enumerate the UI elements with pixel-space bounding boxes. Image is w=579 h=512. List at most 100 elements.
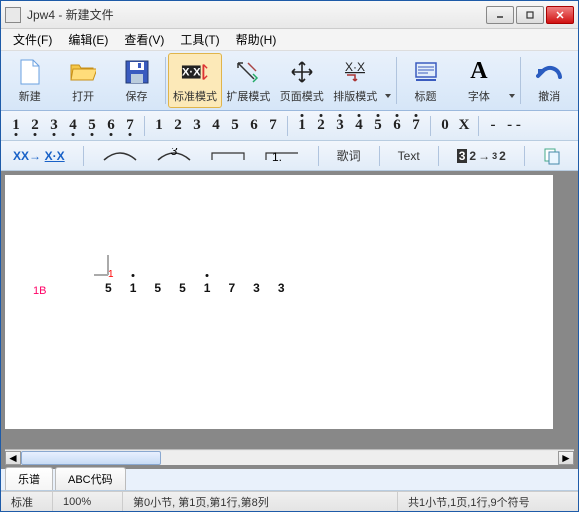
menu-help[interactable]: 帮助(H): [230, 29, 283, 50]
note-5-high[interactable]: 5: [369, 115, 387, 137]
menubar: 文件(F) 编辑(E) 查看(V) 工具(T) 帮助(H): [1, 29, 578, 51]
note[interactable]: 7: [228, 281, 235, 295]
close-button[interactable]: [546, 6, 574, 24]
separator: [520, 57, 521, 104]
scroll-left-button[interactable]: ◄: [5, 451, 21, 465]
extend-mode-icon: [234, 58, 262, 86]
note-7-low[interactable]: 7: [121, 115, 139, 137]
score-page: 1B 1 51551733: [5, 175, 553, 429]
scroll-right-button[interactable]: ►: [558, 451, 574, 465]
svg-text:X·X: X·X: [345, 61, 365, 74]
note-3-high[interactable]: 3: [331, 115, 349, 137]
menu-edit[interactable]: 编辑(E): [62, 29, 114, 50]
note-0[interactable]: 0: [436, 115, 454, 137]
double-dash-button[interactable]: - -: [503, 115, 525, 137]
slur-3-button[interactable]: 3: [152, 145, 196, 167]
note[interactable]: 5: [179, 281, 186, 295]
bracket-1-button[interactable]: [206, 145, 250, 167]
window-title: Jpw4 - 新建文件: [27, 6, 486, 23]
separator: [438, 146, 439, 166]
status-mode: 标准: [1, 492, 53, 511]
status-bar: 标准 100% 第0小节, 第1页,第1行,第8列 共1小节,1页,1行,9个符…: [1, 491, 578, 511]
app-window: Jpw4 - 新建文件 文件(F) 编辑(E) 查看(V) 工具(T) 帮助(H…: [0, 0, 579, 512]
tab-abc[interactable]: ABC代码: [55, 467, 126, 490]
minimize-button[interactable]: [486, 6, 514, 24]
note-2-high[interactable]: 2: [312, 115, 330, 137]
time-sig-button[interactable]: 32→32: [453, 145, 510, 167]
note-x[interactable]: X: [455, 115, 473, 137]
save-button[interactable]: 保存: [110, 53, 163, 108]
separator: [430, 116, 431, 136]
page-canvas[interactable]: 1B 1 51551733: [5, 175, 574, 449]
format-dropdown-arrow[interactable]: [506, 53, 518, 108]
note-5-low[interactable]: 5: [83, 115, 101, 137]
note-3-low[interactable]: 3: [45, 115, 63, 137]
scroll-thumb[interactable]: [21, 451, 161, 465]
bracket-1dot-button[interactable]: 1.: [260, 145, 304, 167]
note-row: 5 1 5 5 1 7 3 3: [105, 281, 285, 295]
content-area: 1B 1 51551733 ◄ ►: [1, 171, 578, 469]
note-6[interactable]: 6: [245, 115, 263, 137]
scroll-track[interactable]: [21, 451, 558, 465]
note-1-high[interactable]: 1: [293, 115, 311, 137]
slur-1-button[interactable]: [98, 145, 142, 167]
symbol-toolbar: XX→ X·X 3 1. 歌词 Text 32→32: [1, 141, 578, 171]
open-button[interactable]: 打开: [56, 53, 109, 108]
note-4[interactable]: 4: [207, 115, 225, 137]
note-6-low[interactable]: 6: [102, 115, 120, 137]
separator: [396, 57, 397, 104]
font-button[interactable]: A字体: [452, 53, 505, 108]
layout-mode-button[interactable]: X·X排版模式: [329, 53, 382, 108]
dash-button[interactable]: -: [484, 115, 502, 137]
svg-text:3: 3: [170, 148, 177, 158]
undo-button[interactable]: 撤消: [523, 53, 576, 108]
horizontal-scrollbar: ◄ ►: [5, 449, 574, 465]
extend-mode-button[interactable]: 扩展模式: [222, 53, 275, 108]
status-summary: 共1小节,1页,1行,9个符号: [398, 492, 578, 511]
standard-mode-button[interactable]: X·X标准模式: [168, 53, 221, 108]
new-button[interactable]: 新建: [3, 53, 56, 108]
note-3[interactable]: 3: [188, 115, 206, 137]
undo-icon: [535, 58, 563, 86]
note[interactable]: 5: [105, 281, 112, 295]
copy-button[interactable]: [539, 145, 565, 167]
note[interactable]: 1: [130, 281, 137, 295]
tab-score[interactable]: 乐谱: [5, 467, 53, 490]
floppy-disk-icon: [123, 58, 151, 86]
note-2-low[interactable]: 2: [26, 115, 44, 137]
mode-dropdown-arrow[interactable]: [382, 53, 394, 108]
page-mode-button[interactable]: 页面模式: [275, 53, 328, 108]
note-4-high[interactable]: 4: [350, 115, 368, 137]
note-6-high[interactable]: 6: [388, 115, 406, 137]
menu-file[interactable]: 文件(F): [7, 29, 58, 50]
separator: [478, 116, 479, 136]
separator: [165, 57, 166, 104]
note[interactable]: 3: [253, 281, 260, 295]
note-2[interactable]: 2: [169, 115, 187, 137]
note-4-low[interactable]: 4: [64, 115, 82, 137]
number-toolbar: 1 2 3 4 5 6 7 1 2 3 4 5 6 7 1 2 3 4 5 6 …: [1, 111, 578, 141]
note[interactable]: 5: [154, 281, 161, 295]
note-7-high[interactable]: 7: [407, 115, 425, 137]
menu-view[interactable]: 查看(V): [118, 29, 170, 50]
xx-convert-button[interactable]: XX→ X·X: [9, 145, 69, 167]
note-1[interactable]: 1: [150, 115, 168, 137]
text-button[interactable]: Text: [394, 145, 424, 167]
title-button[interactable]: 标题: [399, 53, 452, 108]
note-7[interactable]: 7: [264, 115, 282, 137]
maximize-button[interactable]: [516, 6, 544, 24]
window-controls: [486, 6, 574, 24]
note-1-low[interactable]: 1: [7, 115, 25, 137]
view-tabs: 乐谱 ABC代码: [1, 469, 578, 491]
menu-tools[interactable]: 工具(T): [174, 29, 225, 50]
titlebar: Jpw4 - 新建文件: [1, 1, 578, 29]
separator: [524, 146, 525, 166]
note-5[interactable]: 5: [226, 115, 244, 137]
lyric-button[interactable]: 歌词: [333, 145, 365, 167]
status-position: 第0小节, 第1页,第1行,第8列: [123, 492, 398, 511]
page-mode-icon: [288, 58, 316, 86]
note[interactable]: 1: [204, 281, 211, 295]
note[interactable]: 3: [278, 281, 285, 295]
title-icon: [412, 58, 440, 86]
separator: [287, 116, 288, 136]
